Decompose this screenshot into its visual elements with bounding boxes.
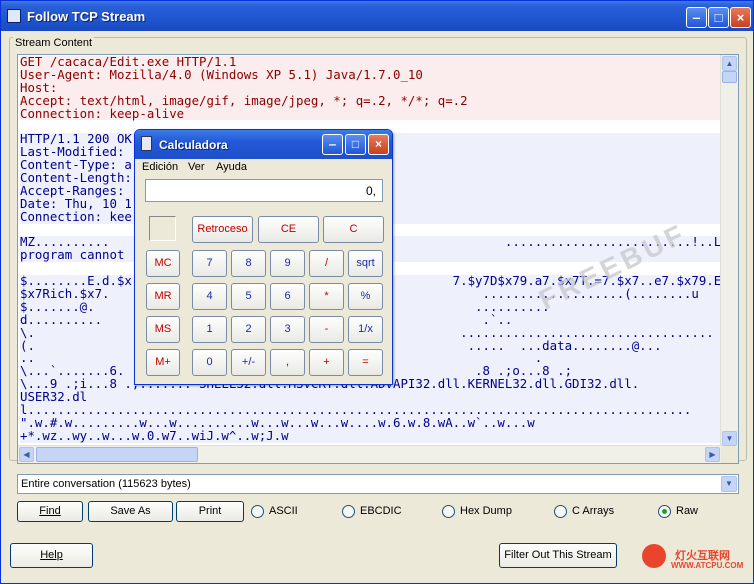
key-row3-2[interactable]: 3: [270, 316, 305, 343]
minimize-icon: ‒: [692, 10, 701, 25]
key-row3-4[interactable]: 1/x: [348, 316, 383, 343]
key-row4-3[interactable]: +: [309, 349, 344, 376]
calc-close-button[interactable]: ×: [368, 134, 389, 155]
filter-out-button-label: Filter Out This Stream: [504, 549, 612, 561]
calc-maximize-button[interactable]: □: [345, 134, 366, 155]
minimize-button[interactable]: ‒: [686, 7, 707, 28]
display-value: 0,: [365, 184, 376, 198]
stream-content-label: Stream Content: [13, 37, 95, 49]
maximize-icon: □: [714, 10, 723, 25]
conversation-select[interactable]: Entire conversation (115623 bytes) ▼: [17, 474, 739, 494]
mr-key[interactable]: MR: [146, 283, 180, 310]
horizontal-scrollbar[interactable]: ◀ ▶: [18, 445, 722, 463]
logo-icon: [642, 544, 666, 568]
radio-label: Raw: [676, 505, 699, 517]
radio-icon: [554, 505, 567, 518]
site-logo: 灯火互联网 WWW.ATCPU.COM: [637, 539, 754, 581]
key-row2-2[interactable]: 6: [270, 283, 305, 310]
key-row4-4[interactable]: =: [348, 349, 383, 376]
ms-key[interactable]: MS: [146, 316, 180, 343]
stream-line: User-Agent: Mozilla/4.0 (Windows XP 5.1)…: [20, 68, 738, 82]
radio-label: ASCII: [269, 505, 298, 517]
vertical-scroll-thumb[interactable]: [722, 71, 737, 83]
find-button[interactable]: Find: [17, 501, 83, 522]
help-button-label: Help: [40, 549, 63, 561]
window-title: Follow TCP Stream: [27, 9, 146, 24]
key-row2-0[interactable]: 4: [192, 283, 227, 310]
radio-icon: [442, 505, 455, 518]
clear-key[interactable]: C: [323, 216, 384, 243]
calculator-icon: [141, 136, 152, 151]
save-as-button[interactable]: Save As: [88, 501, 173, 522]
stream-line: +*.wz..wy..w...w.0.w7..wiJ.w^..w;J.w: [20, 429, 738, 443]
scroll-up-arrow-icon[interactable]: ▲: [722, 56, 737, 71]
maximize-icon: □: [351, 137, 360, 151]
conversation-selected-value: Entire conversation (115623 bytes): [21, 478, 191, 490]
clear-entry-key[interactable]: CE: [258, 216, 319, 243]
key-row2-4[interactable]: %: [348, 283, 383, 310]
key-row2-3[interactable]: *: [309, 283, 344, 310]
key-row4-2[interactable]: ,: [270, 349, 305, 376]
horizontal-scroll-thumb[interactable]: [36, 447, 198, 462]
scroll-corner: [721, 446, 738, 463]
print-button-label: Print: [198, 505, 222, 517]
scroll-left-arrow-icon[interactable]: ◀: [19, 447, 34, 462]
key-row3-1[interactable]: 2: [231, 316, 266, 343]
key-row3-3[interactable]: -: [309, 316, 344, 343]
calculator-title: Calculadora: [159, 138, 228, 152]
menu-ver[interactable]: Ver: [188, 161, 205, 173]
close-button[interactable]: ×: [730, 7, 751, 28]
calculator-title-bar[interactable]: Calculadora ‒ □ ×: [135, 130, 392, 159]
key-row1-3[interactable]: /: [309, 250, 344, 277]
key-row1-1[interactable]: 8: [231, 250, 266, 277]
calculator-menubar: Edición Ver Ayuda: [135, 159, 392, 177]
calculator-window: Calculadora ‒ □ × Edición Ver Ayuda 0, R…: [134, 129, 393, 385]
save-as-button-label: Save As: [110, 505, 151, 517]
title-bar[interactable]: Follow TCP Stream ‒ □ ×: [1, 1, 753, 31]
menu-ayuda[interactable]: Ayuda: [216, 161, 247, 173]
minimize-icon: ‒: [329, 137, 336, 151]
memory-indicator: [149, 216, 176, 241]
maximize-button[interactable]: □: [708, 7, 729, 28]
help-button[interactable]: Help: [10, 543, 93, 568]
calculator-display[interactable]: 0,: [145, 179, 383, 202]
key-row1-0[interactable]: 7: [192, 250, 227, 277]
scroll-down-arrow-icon[interactable]: ▼: [722, 431, 737, 446]
menu-edicion[interactable]: Edición: [142, 161, 178, 173]
radio-label: EBCDIC: [360, 505, 402, 517]
backspace-key[interactable]: Retroceso: [192, 216, 253, 243]
key-row4-0[interactable]: 0: [192, 349, 227, 376]
mc-key[interactable]: MC: [146, 250, 180, 277]
key-row1-4[interactable]: sqrt: [348, 250, 383, 277]
radio-label: C Arrays: [572, 505, 615, 517]
logo-url: WWW.ATCPU.COM: [671, 561, 744, 570]
key-row2-1[interactable]: 5: [231, 283, 266, 310]
key-row1-2[interactable]: 9: [270, 250, 305, 277]
find-button-label: Find: [39, 505, 61, 517]
vertical-scrollbar[interactable]: ▲ ▼: [720, 55, 738, 447]
wireshark-icon: [7, 9, 21, 23]
calc-minimize-button[interactable]: ‒: [322, 134, 343, 155]
m-plus-key[interactable]: M+: [146, 349, 180, 376]
chevron-down-icon[interactable]: ▼: [721, 476, 737, 492]
filter-out-stream-button[interactable]: Filter Out This Stream: [499, 543, 617, 568]
key-row4-1[interactable]: +/-: [231, 349, 266, 376]
close-icon: ×: [374, 137, 382, 151]
radio-icon: [251, 505, 264, 518]
radio-label: Hex Dump: [460, 505, 512, 517]
stream-line: Connection: keep-alive: [20, 107, 738, 121]
close-icon: ×: [736, 10, 745, 25]
radio-selected-icon: [658, 505, 671, 518]
scroll-right-arrow-icon[interactable]: ▶: [705, 447, 720, 462]
key-row3-0[interactable]: 1: [192, 316, 227, 343]
print-button[interactable]: Print: [176, 501, 244, 522]
radio-icon: [342, 505, 355, 518]
